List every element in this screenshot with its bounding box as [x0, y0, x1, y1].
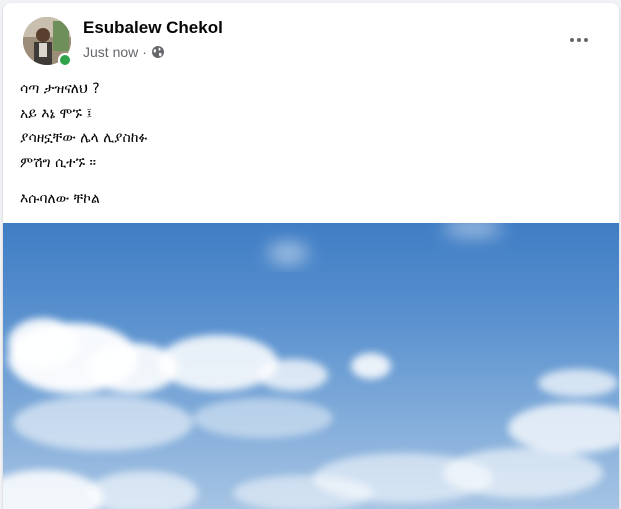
online-status-indicator	[58, 53, 72, 67]
post-text: ሳጣ ታዝናለህ ? አይ እኔ ሞኙ ፤ ያሳዘኗቸው ሌላ ሊያስከፉ ምሽ…	[20, 77, 147, 212]
post-photo[interactable]	[3, 223, 619, 509]
more-dot	[577, 38, 581, 42]
post-text-line: ምሽግ ሲተኙ ።	[20, 154, 97, 171]
post-text-line: አይ እኔ ሞኙ ፤	[20, 105, 93, 122]
post-text-line: ያሳዘኗቸው ሌላ ሊያስከፉ	[20, 130, 148, 146]
post-header: Esubalew Chekol Just now ·	[3, 3, 619, 73]
post-card: Esubalew Chekol Just now · ሳጣ ታዝናለህ ? አይ…	[3, 3, 619, 509]
post-timestamp[interactable]: Just now	[83, 44, 138, 60]
post-text-line: ሳጣ ታዝናለህ ?	[20, 81, 100, 97]
post-meta: Just now ·	[83, 44, 165, 60]
more-options-button[interactable]	[564, 25, 594, 55]
meta-separator: ·	[142, 44, 147, 60]
globe-icon[interactable]	[151, 45, 165, 59]
post-signature: እሱባለው ቸኮል	[20, 191, 100, 207]
author-name[interactable]: Esubalew Chekol	[83, 18, 223, 38]
sky-clouds-image	[3, 223, 619, 509]
more-dot	[584, 38, 588, 42]
more-horizontal-icon	[570, 38, 574, 42]
